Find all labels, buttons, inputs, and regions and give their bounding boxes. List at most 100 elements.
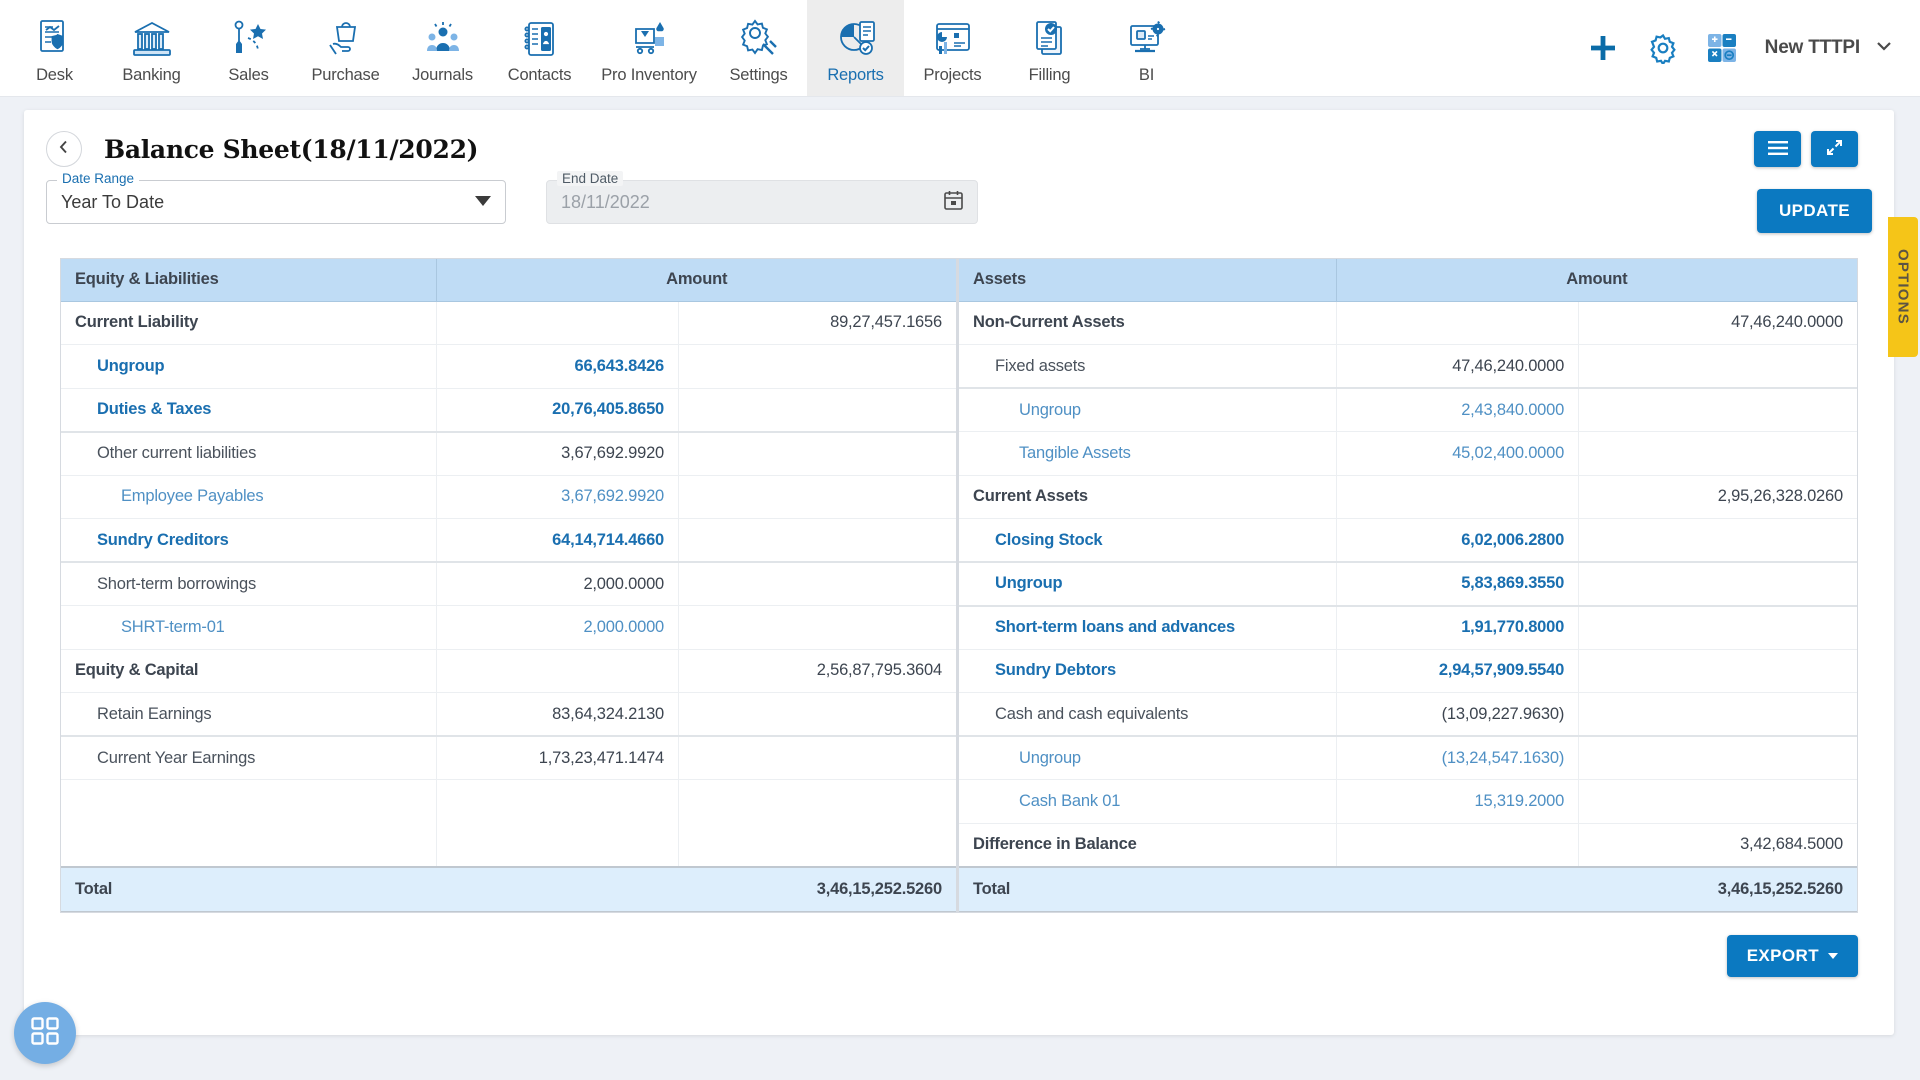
row-amount-detail: 1,73,23,471.1474 (538, 748, 665, 767)
balance-sheet-table: Equity & Liabilities Amount Current Liab… (60, 258, 1858, 913)
export-button[interactable]: EXPORT (1726, 935, 1858, 977)
row-amount-detail[interactable]: 45,02,400.0000 (1452, 444, 1564, 462)
apps-launcher-button[interactable] (14, 1002, 76, 1064)
row-label: Difference in Balance (973, 835, 1137, 853)
end-date-label: End Date (557, 171, 624, 186)
assets-rows: Non-Current Assets 47,46,240.0000 Fixed as… (959, 301, 1857, 912)
row-label[interactable]: Cash Bank 01 (1019, 792, 1120, 810)
table-row: Difference in Balance 3,42,684.5000 (959, 823, 1857, 867)
row-label[interactable]: Ungroup (97, 357, 165, 375)
assets-section: Assets Amount Non-Current Assets 47,46,24… (959, 259, 1857, 912)
row-amount-detail[interactable]: 3,67,692.9920 (561, 487, 664, 505)
row-amount-detail-cell (436, 649, 679, 693)
nav-item-bi[interactable]: BI (1098, 0, 1195, 96)
date-range-select[interactable]: Year To Date (46, 180, 506, 224)
row-amount-detail[interactable]: 66,643.8426 (574, 357, 664, 375)
row-amount-detail-cell: 83,64,324.2130 (436, 692, 679, 737)
nav-item-purchase[interactable]: Purchase (297, 0, 394, 96)
nav-item-contacts[interactable]: Contacts (491, 0, 588, 96)
row-label: Equity & Capital (75, 661, 199, 680)
report-page-card: OPTIONS Balance Sheet(18/11/2022) Date R… (24, 110, 1918, 1035)
row-amount-detail-cell: 3,67,692.9920 (436, 475, 679, 519)
nav-item-filling[interactable]: Filling (1001, 0, 1098, 96)
date-range-value: Year To Date (61, 191, 165, 212)
row-label[interactable]: Closing Stock (995, 531, 1103, 549)
nav-item-banking[interactable]: Banking (103, 0, 200, 96)
row-amount-detail[interactable]: 20,76,405.8650 (552, 400, 664, 418)
table-row: Current Liability 89,27,457.1656 (61, 301, 956, 345)
row-amount-total-cell (678, 475, 956, 519)
purchase-bag-hand-icon (325, 15, 367, 63)
row-label[interactable]: Employee Payables (121, 487, 264, 505)
row-amount-detail-cell (436, 301, 679, 345)
row-label[interactable]: Sundry Creditors (97, 531, 229, 549)
row-label[interactable]: Duties & Taxes (97, 400, 211, 418)
row-amount-detail[interactable]: 2,94,57,909.5540 (1439, 661, 1564, 679)
table-row: Cash Bank 01 15,319.2000 (959, 779, 1857, 824)
chevron-down-icon (475, 193, 491, 211)
table-header-row: Equity & Liabilities Amount (61, 259, 956, 302)
row-label[interactable]: SHRT-term-01 (121, 618, 225, 636)
page-header: Balance Sheet(18/11/2022) (24, 110, 1894, 170)
nav-item-reports[interactable]: Reports (807, 0, 904, 96)
calculator-icon[interactable] (1707, 33, 1737, 63)
row-label: Current Assets (973, 487, 1088, 506)
row-label[interactable]: Tangible Assets (1019, 444, 1131, 462)
row-amount-detail[interactable]: 5,83,869.3550 (1461, 574, 1564, 592)
list-view-button[interactable] (1754, 131, 1801, 167)
company-selector[interactable]: New TTTPI (1765, 36, 1894, 61)
row-amount-detail-cell: 45,02,400.0000 (1335, 431, 1579, 476)
table-row: Short-term borrowings 2,000.0000 (61, 562, 956, 606)
back-button[interactable] (46, 131, 82, 167)
row-amount-total-cell (1578, 736, 1857, 780)
row-amount-detail-cell: 2,94,57,909.5540 (1335, 649, 1579, 693)
inventory-cart-icon (628, 15, 670, 63)
row-label-cell: Difference in Balance (959, 823, 1337, 867)
row-label[interactable]: Short-term loans and advances (995, 618, 1235, 636)
row-label[interactable]: Ungroup (995, 574, 1063, 592)
expand-button[interactable] (1811, 131, 1858, 167)
row-amount-detail[interactable]: 6,02,006.2800 (1461, 531, 1564, 549)
row-amount-detail[interactable]: 64,14,714.4660 (552, 531, 664, 549)
options-side-tab[interactable]: OPTIONS (1888, 217, 1918, 357)
row-label-cell: Cash and cash equivalents (959, 692, 1337, 737)
row-label[interactable]: Ungroup (1019, 401, 1081, 419)
row-label: Retain Earnings (97, 704, 212, 723)
options-tab-label: OPTIONS (1894, 249, 1912, 325)
update-button[interactable]: UPDATE (1756, 189, 1872, 233)
nav-item-projects[interactable]: Projects (904, 0, 1001, 96)
expand-arrows-icon (1825, 138, 1844, 160)
end-date-input[interactable]: 18/11/2022 (546, 180, 978, 224)
row-amount-total-cell (678, 736, 956, 780)
table-row: Duties & Taxes 20,76,405.8650 (61, 388, 956, 433)
table-row: Short-term loans and advances 1,91,770.80… (959, 605, 1857, 650)
row-amount-detail[interactable]: 2,000.0000 (583, 618, 664, 636)
row-amount-total-cell: 2,56,87,795.3604 (678, 649, 956, 693)
table-row: Fixed assets 47,46,240.0000 (959, 344, 1857, 389)
row-amount-detail: 83,64,324.2130 (552, 704, 665, 723)
row-label[interactable]: Ungroup (1019, 749, 1081, 767)
plus-icon[interactable] (1587, 32, 1619, 64)
nav-item-pro-inventory[interactable]: Pro Inventory (588, 0, 710, 96)
row-amount-detail[interactable]: 15,319.2000 (1475, 792, 1565, 810)
row-amount-total-cell (1578, 388, 1857, 432)
table-row: Retain Earnings 83,64,324.2130 (61, 692, 956, 737)
row-label-cell: Current Liability (61, 301, 437, 345)
nav-item-journals[interactable]: Journals (394, 0, 491, 96)
nav-item-label: BI (1138, 66, 1155, 84)
nav-item-sales[interactable]: Sales (200, 0, 297, 96)
end-date-field: End Date 18/11/2022 (546, 171, 978, 224)
bank-building-icon (131, 15, 173, 63)
nav-item-settings[interactable]: Settings (710, 0, 807, 96)
nav-item-label: Filling (1028, 66, 1071, 84)
nav-item-desk[interactable]: Desk (6, 0, 103, 96)
gear-icon[interactable] (1647, 32, 1679, 64)
row-amount-detail[interactable]: 2,43,840.0000 (1461, 401, 1564, 419)
desk-chart-shield-icon (34, 15, 76, 63)
row-amount-detail[interactable]: 1,91,770.8000 (1461, 618, 1564, 636)
row-label[interactable]: Sundry Debtors (995, 661, 1116, 679)
row-amount-total-cell: 2,95,26,328.0260 (1578, 475, 1857, 519)
row-amount-detail[interactable]: (13,24,547.1630) (1442, 749, 1565, 767)
calendar-icon[interactable] (944, 190, 963, 215)
table-row: Current Year Earnings 1,73,23,471.1474 (61, 736, 956, 780)
